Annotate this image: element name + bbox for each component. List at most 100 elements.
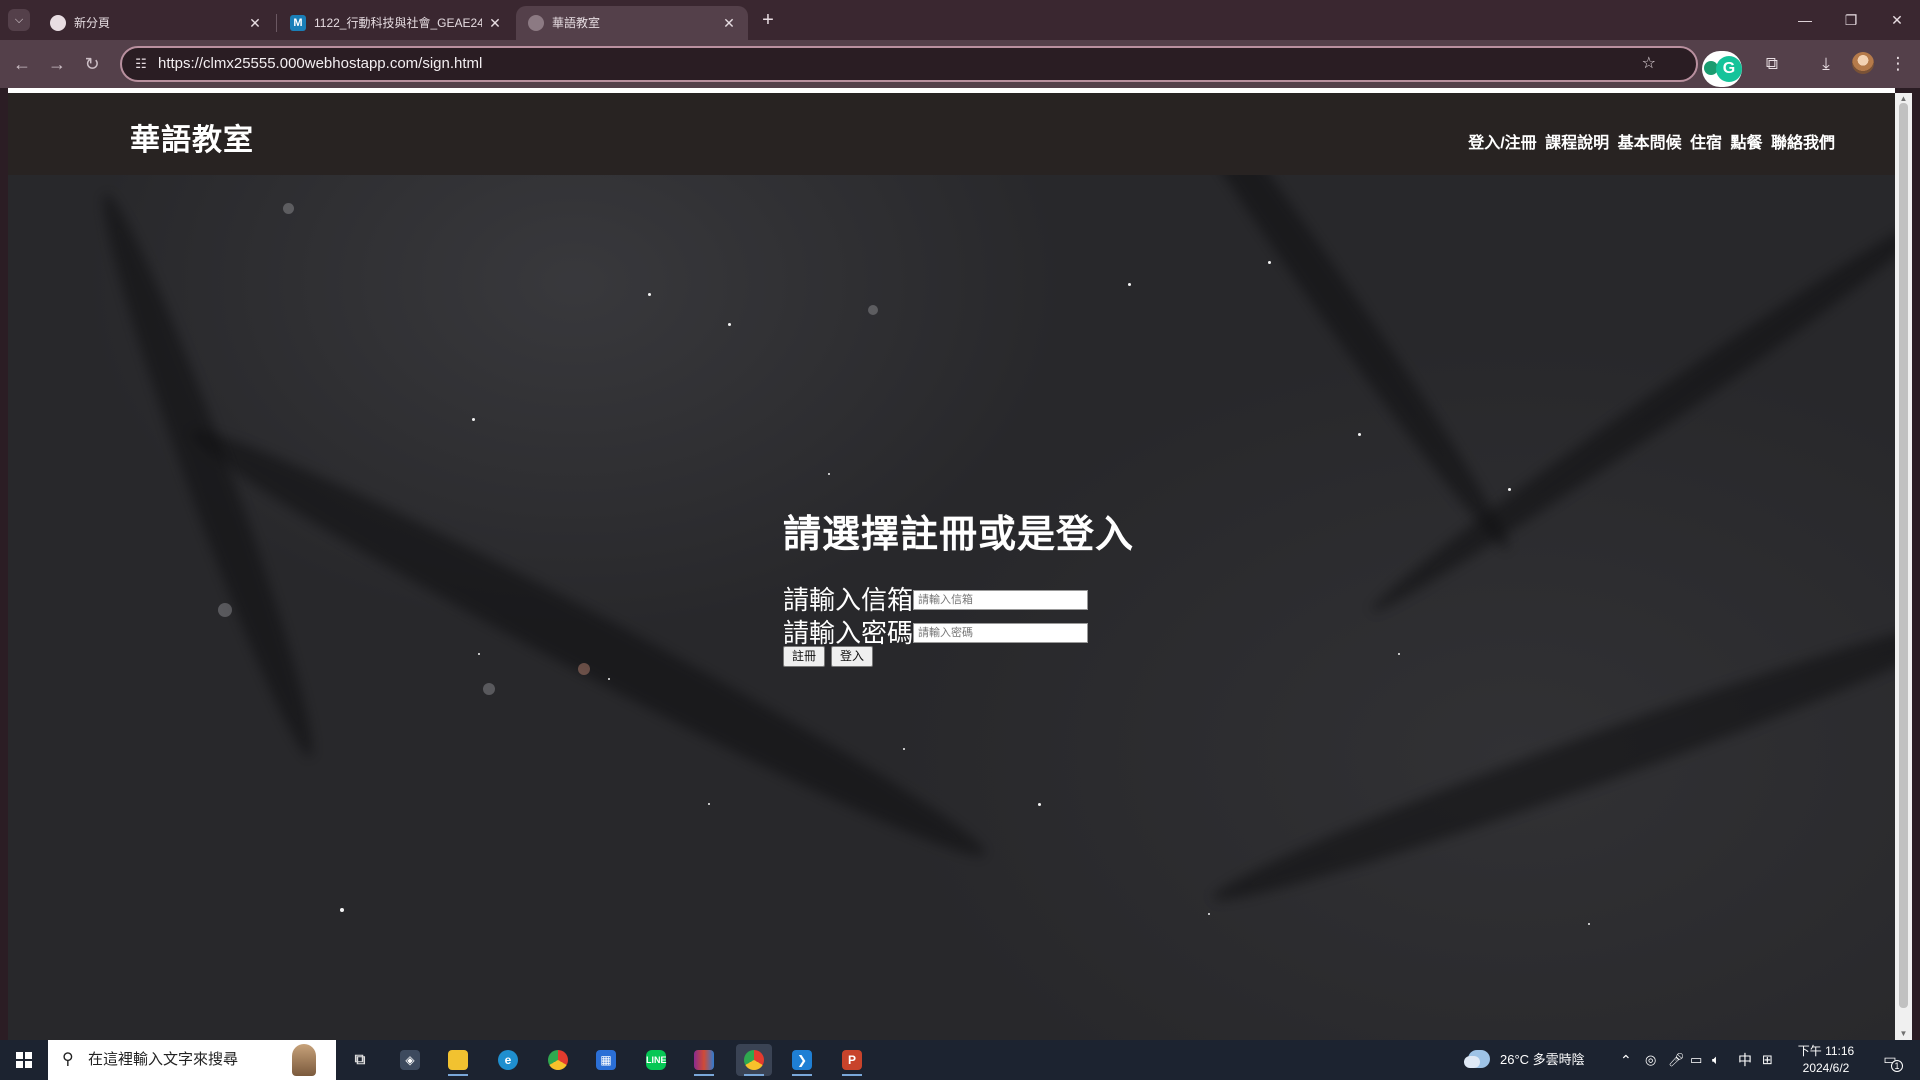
notification-center-icon[interactable]: 1 ▭: [1880, 1049, 1903, 1072]
star: [1588, 923, 1590, 925]
nav-link-contact-us[interactable]: 聯絡我們: [1771, 135, 1835, 152]
star: [708, 803, 710, 805]
taskbar-app-chrome-active[interactable]: [736, 1044, 772, 1076]
tab-course[interactable]: M 1122_行動科技與社會_GEAE24 ✕: [278, 6, 514, 40]
tab-separator: [276, 14, 277, 32]
email-field[interactable]: [913, 590, 1088, 610]
close-tab-icon[interactable]: ✕: [720, 14, 738, 32]
close-window-button[interactable]: ✕: [1874, 0, 1920, 40]
windows-logo-icon: [16, 1061, 23, 1068]
chevron-up-icon[interactable]: ⌃: [1620, 1040, 1632, 1080]
clock-time: 下午 11:16: [1797, 1044, 1855, 1058]
scroll-down-arrow-icon[interactable]: ▼: [1899, 1030, 1908, 1038]
sign-form: 請選擇註冊或是登入 請輸入信箱 請輸入密碼 註冊 登入: [783, 503, 1134, 670]
new-tab-button[interactable]: +: [756, 8, 780, 32]
restore-button[interactable]: ❐: [1828, 0, 1874, 40]
keyboard-layout-icon[interactable]: ⊞: [1762, 1040, 1773, 1080]
windows-taskbar: ⚲ 在這裡輸入文字來搜尋 ⧉ ◈ e ▦ LINE ❯ P 26°C 多雲時陰 …: [0, 1040, 1920, 1080]
start-button[interactable]: [0, 1040, 48, 1080]
meet-now-icon[interactable]: ◎: [1645, 1040, 1656, 1080]
windows-logo-icon: [25, 1061, 32, 1068]
password-field[interactable]: [913, 623, 1088, 643]
password-label: 請輸入密碼: [783, 618, 914, 648]
tab-title: 1122_行動科技與社會_GEAE24: [314, 16, 482, 30]
nav-link-basic-greetings[interactable]: 基本問候: [1618, 135, 1682, 152]
search-icon: ⚲: [62, 1051, 74, 1068]
folder-icon: [448, 1050, 468, 1070]
forward-arrow-icon[interactable]: →: [45, 52, 69, 76]
back-arrow-icon[interactable]: ←: [10, 52, 34, 76]
register-button[interactable]: 註冊: [783, 646, 826, 667]
star: [608, 678, 610, 680]
widgets-icon: ◈: [400, 1050, 420, 1070]
chrome-icon: [548, 1050, 568, 1070]
taskbar-app-chrome[interactable]: [540, 1044, 576, 1076]
taskbar-app-widgets[interactable]: ◈: [392, 1044, 428, 1076]
tab-new-tab[interactable]: 新分頁 ✕: [38, 6, 274, 40]
running-indicator: [744, 1074, 764, 1076]
grammarly-icon: G: [1716, 56, 1742, 82]
taskbar-app-line[interactable]: LINE: [638, 1044, 674, 1076]
taskbar-clock[interactable]: 下午 11:16 2024/6/2: [1786, 1043, 1866, 1077]
running-indicator: [448, 1074, 468, 1076]
task-view-icon: ⧉: [354, 1051, 366, 1068]
microphone-icon[interactable]: 🎤︎: [1668, 1040, 1685, 1080]
extensions-puzzle-icon[interactable]: ⧉: [1760, 52, 1784, 76]
weather-cloud-icon: [1464, 1050, 1490, 1068]
taskbar-app-winrar[interactable]: [686, 1044, 722, 1076]
nav-link-login-register[interactable]: 登入/注冊: [1468, 135, 1536, 152]
store-icon: ▦: [596, 1050, 616, 1070]
nav-link-course-description[interactable]: 課程說明: [1545, 135, 1609, 152]
chrome-icon: [50, 15, 66, 31]
browser-toolbar: ← → ↻ ☷ https://clmx25555.000webhostapp.…: [0, 40, 1920, 88]
nav-link-ordering[interactable]: 點餐: [1731, 135, 1763, 152]
star: [1268, 261, 1271, 264]
profile-avatar[interactable]: [1852, 52, 1874, 74]
running-indicator: [694, 1074, 714, 1076]
menu-dots-icon[interactable]: ⋮: [1886, 52, 1910, 76]
star: [1208, 913, 1210, 915]
form-title: 請選擇註冊或是登入: [783, 514, 1135, 556]
ime-indicator[interactable]: 中: [1738, 1040, 1752, 1080]
taskbar-app-edge[interactable]: e: [490, 1044, 526, 1076]
bokeh-circle: [578, 663, 590, 675]
taskbar-app-vscode[interactable]: ❯: [784, 1044, 820, 1076]
windows-logo-icon: [16, 1052, 23, 1059]
site-logo[interactable]: 華語教室: [130, 115, 254, 159]
volume-icon[interactable]: 🔈︎: [1712, 1040, 1720, 1080]
task-view-button[interactable]: ⧉: [342, 1044, 378, 1076]
site-settings-icon[interactable]: ☷: [132, 56, 150, 72]
page-scrollbar[interactable]: ▲ ▼: [1895, 93, 1912, 1040]
taskbar-search-box[interactable]: ⚲ 在這裡輸入文字來搜尋: [48, 1040, 336, 1080]
tab-search-button[interactable]: ⌵: [8, 9, 30, 31]
globe-icon: [528, 15, 544, 31]
grammarly-extension[interactable]: G: [1702, 51, 1742, 87]
bookmark-star-icon[interactable]: ☆: [1642, 54, 1656, 74]
star: [478, 653, 480, 655]
download-icon[interactable]: ⤓: [1814, 52, 1838, 76]
bokeh-circle: [283, 203, 294, 214]
search-placeholder: 在這裡輸入文字來搜尋: [88, 1051, 239, 1068]
star: [1128, 283, 1131, 286]
clock-date: 2024/6/2: [1802, 1061, 1850, 1075]
network-icon[interactable]: ▭: [1690, 1040, 1702, 1080]
nav-link-accommodation[interactable]: 住宿: [1690, 135, 1722, 152]
address-bar[interactable]: ☷ https://clmx25555.000webhostapp.com/si…: [120, 46, 1698, 82]
taskbar-app-file-explorer[interactable]: [440, 1044, 476, 1076]
archive-icon: [694, 1050, 714, 1070]
scroll-up-arrow-icon[interactable]: ▲: [1899, 95, 1908, 103]
email-row: 請輸入信箱: [783, 580, 1134, 615]
close-tab-icon[interactable]: ✕: [486, 14, 504, 32]
vscode-icon: ❯: [792, 1050, 812, 1070]
scroll-thumb[interactable]: [1899, 103, 1908, 1008]
taskbar-app-powerpoint[interactable]: P: [834, 1044, 870, 1076]
login-button[interactable]: 登入: [831, 646, 874, 667]
reload-icon[interactable]: ↻: [80, 52, 104, 76]
taskbar-app-store[interactable]: ▦: [588, 1044, 624, 1076]
background-streak: [1204, 594, 1895, 922]
tab-active-chinese-classroom[interactable]: 華語教室 ✕: [516, 6, 748, 40]
chrome-icon: [744, 1050, 764, 1070]
minimize-button[interactable]: —: [1782, 0, 1828, 40]
close-tab-icon[interactable]: ✕: [246, 14, 264, 32]
weather-text[interactable]: 26°C 多雲時陰: [1500, 1040, 1585, 1080]
